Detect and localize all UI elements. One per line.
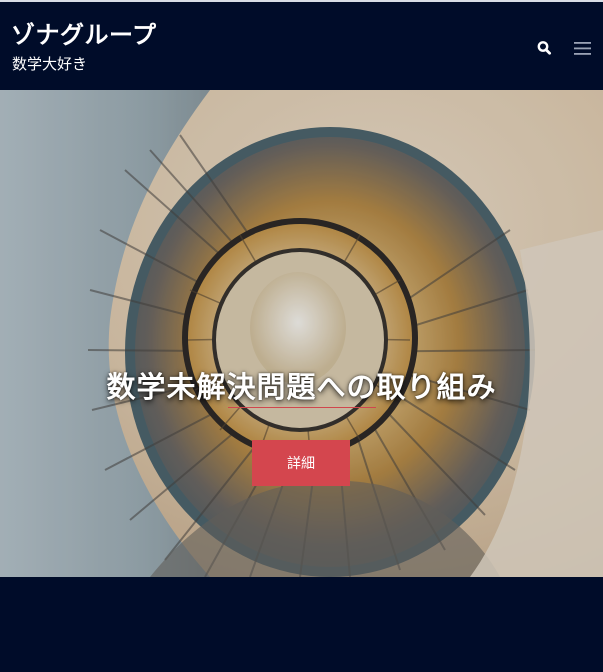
menu-button[interactable] — [570, 38, 596, 60]
search-button[interactable] — [532, 36, 556, 60]
hero-title-underline — [228, 407, 376, 408]
dark-footer-band — [0, 577, 603, 672]
site-tagline: 数学大好き — [12, 55, 88, 73]
search-icon — [537, 41, 552, 55]
site-header: ゾナグループ 数学大好き — [0, 2, 603, 90]
hero-title: 数学未解決問題への取り組み — [106, 370, 497, 404]
hamburger-menu-icon — [574, 42, 591, 55]
site-title[interactable]: ゾナグループ — [11, 15, 157, 50]
hero-banner: 数学未解決問題への取り組み 詳細 — [0, 90, 603, 577]
details-button[interactable]: 詳細 — [252, 440, 350, 486]
spiral-staircase-image — [0, 90, 603, 577]
